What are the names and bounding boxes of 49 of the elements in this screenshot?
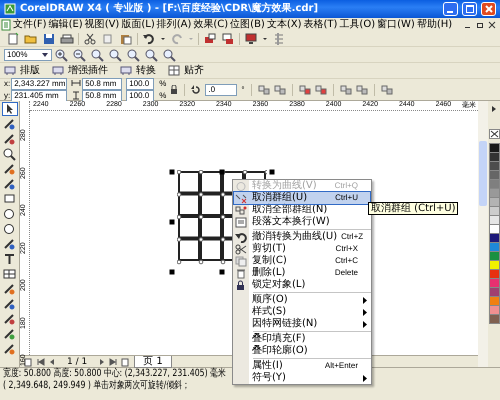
menu-item[interactable]: 复制(C) Ctrl+C	[234, 255, 370, 267]
degree-sign: °	[241, 84, 245, 94]
plugin-button[interactable]: 增强插件	[52, 64, 116, 76]
status-text: ( 2,349.648, 249.949 ) 单击对象两次可旋转/倾斜；	[3, 380, 190, 392]
plugin-button[interactable]: 转换	[120, 64, 164, 76]
menu-item[interactable]: 表格(T)	[302, 18, 338, 31]
menu-item[interactable]: 排列(A)	[156, 18, 192, 31]
menu-item[interactable]: 剪切(T) Ctrl+X	[234, 243, 370, 255]
menu-item[interactable]: 文件(F)	[12, 18, 48, 31]
menu-item[interactable]: 叠印填充(F)	[234, 333, 370, 345]
page-tab[interactable]: 页 1	[134, 356, 172, 368]
percent-sign: %	[159, 90, 166, 100]
menu-item[interactable]: 删除(L) Delete	[234, 267, 370, 279]
menu-item[interactable]: 窗口(W)	[376, 18, 416, 31]
menu-item[interactable]: 样式(S)	[234, 306, 370, 318]
number-field[interactable]: 2,343.227 mm	[11, 78, 68, 90]
menu-item[interactable]: 锁定对象(L)	[234, 279, 370, 291]
menu-item[interactable]: 取消群组(U) Ctrl+U	[234, 192, 370, 204]
menu-item[interactable]: 段落文本换行(W)	[234, 216, 370, 228]
menu-item[interactable]: 文本(X)	[266, 18, 302, 31]
menu-item[interactable]: 位图(B)	[229, 18, 266, 31]
menu-item[interactable]: 因特网链接(N)	[234, 318, 370, 330]
field-label: x:	[4, 78, 10, 88]
rotation-field[interactable]: .0	[205, 84, 238, 96]
number-field[interactable]: 100.0	[126, 90, 154, 102]
zoom-dropdown[interactable]: 100%	[4, 48, 52, 60]
menu-item[interactable]: 属性(I) Alt+Enter	[234, 360, 370, 372]
menu-item[interactable]: 工具(O)	[338, 18, 376, 31]
menu-item[interactable]: 效果(C)	[192, 18, 230, 31]
plugin-button[interactable]: 排版	[4, 64, 48, 76]
number-field[interactable]: 50.8 mm	[82, 90, 122, 102]
tooltip: 取消群组 (Ctrl+U)	[368, 202, 458, 215]
menu-item[interactable]: 撤消转换为曲线(U) Ctrl+Z	[234, 231, 370, 243]
field-label: y:	[4, 90, 10, 100]
menu-item[interactable]: 版面(L)	[120, 18, 156, 31]
menu-item[interactable]: 帮助(H)	[416, 18, 454, 31]
number-field[interactable]: 231.405 mm	[11, 90, 68, 102]
percent-sign: %	[159, 78, 166, 88]
status-text: 宽度: 50.800 高度: 50.800 中心: (2,343.227, 231.405) 毫米	[3, 368, 226, 380]
menu-item[interactable]: 符号(Y)	[234, 372, 370, 384]
number-field[interactable]: 100.0	[126, 78, 154, 90]
page-count: 1 / 1	[66, 356, 88, 368]
menu-item[interactable]: 叠印轮廓(O)	[234, 345, 370, 357]
window-title: CorelDRAW X4 ( 专业版 ) - [F:\百度经验\CDR\魔方效果.cdr]	[20, 3, 318, 15]
menu-item[interactable]: 编辑(E)	[48, 18, 84, 31]
plugin-button[interactable]: 贴齐	[168, 64, 212, 76]
number-field[interactable]: 50.8 mm	[82, 78, 122, 90]
menu-item[interactable]: 视图(V)	[84, 18, 120, 31]
menu-item[interactable]: 顺序(O)	[234, 294, 370, 306]
